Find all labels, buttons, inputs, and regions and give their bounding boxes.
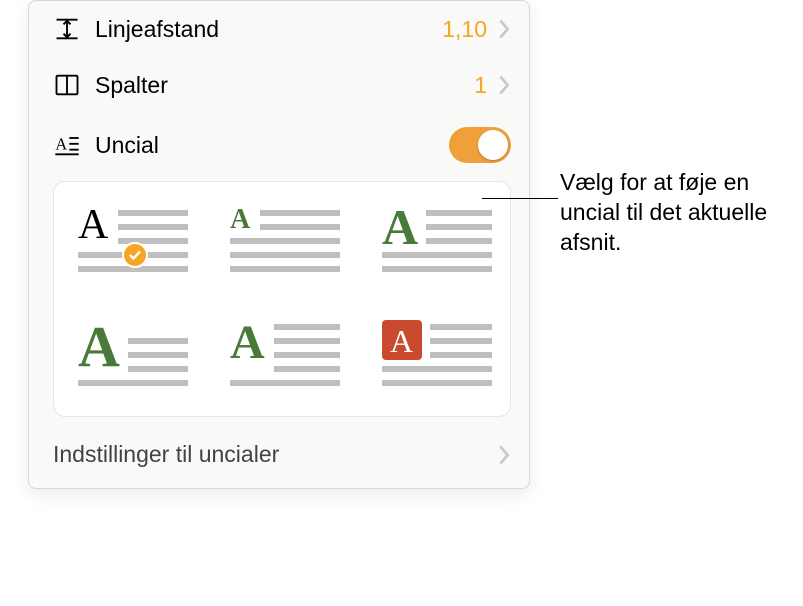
uncial-row: A Uncial — [29, 113, 529, 177]
svg-text:A: A — [382, 202, 418, 255]
formatting-panel: Linjeafstand 1,10 Spalter 1 A — [28, 0, 530, 489]
uncial-settings-row[interactable]: Indstillinger til uncialer — [29, 427, 529, 482]
columns-value: 1 — [474, 72, 487, 99]
dropcap-styles-card: A A — [53, 181, 511, 417]
dropcap-icon: A — [53, 131, 87, 159]
svg-text:A: A — [230, 316, 265, 369]
line-spacing-label: Linjeafstand — [95, 16, 219, 43]
svg-text:A: A — [55, 135, 67, 154]
uncial-settings-label: Indstillinger til uncialer — [53, 441, 279, 468]
line-spacing-icon — [53, 15, 87, 43]
dropcap-style-3[interactable]: A — [382, 202, 494, 282]
dropcap-style-1[interactable]: A — [78, 202, 190, 282]
chevron-right-icon — [497, 444, 511, 466]
columns-label: Spalter — [95, 72, 168, 99]
svg-text:A: A — [78, 316, 120, 379]
columns-row[interactable]: Spalter 1 — [29, 57, 529, 113]
callout-text: Vælg for at føje en uncial til det aktue… — [560, 168, 790, 258]
callout-leader-line — [482, 198, 558, 199]
uncial-label: Uncial — [95, 132, 159, 159]
dropcap-style-5[interactable]: A — [230, 316, 342, 396]
svg-text:A: A — [230, 204, 251, 235]
dropcap-style-6[interactable]: A — [382, 316, 494, 396]
chevron-right-icon — [497, 74, 511, 96]
dropcap-style-2[interactable]: A — [230, 202, 342, 282]
line-spacing-value: 1,10 — [442, 16, 487, 43]
uncial-toggle[interactable] — [449, 127, 511, 163]
svg-text:A: A — [78, 202, 109, 248]
chevron-right-icon — [497, 18, 511, 40]
dropcap-style-4[interactable]: A — [78, 316, 190, 396]
line-spacing-row[interactable]: Linjeafstand 1,10 — [29, 1, 529, 57]
checkmark-icon — [122, 242, 148, 268]
svg-text:A: A — [390, 323, 413, 359]
columns-icon — [53, 71, 87, 99]
